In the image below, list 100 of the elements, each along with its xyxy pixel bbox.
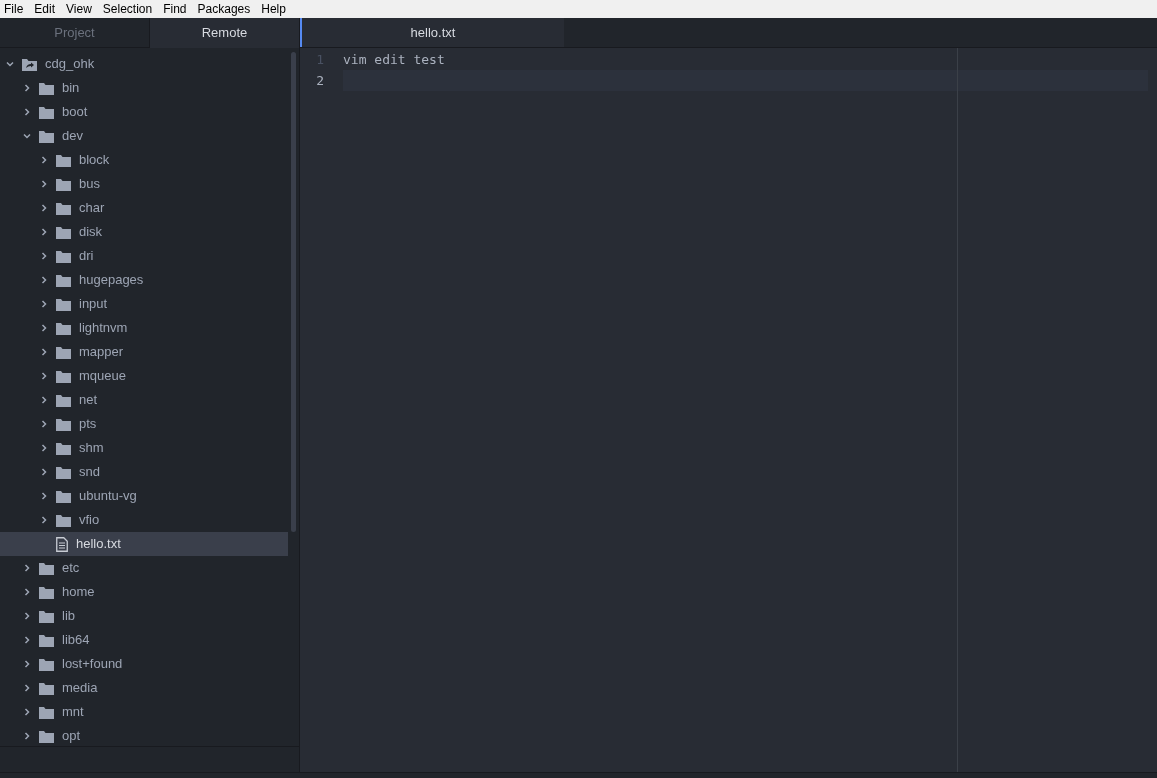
- menu-item[interactable]: Help: [261, 0, 286, 18]
- tree-item[interactable]: dev: [0, 124, 288, 148]
- tree-item-label: dev: [62, 127, 83, 146]
- folder-icon: [56, 321, 71, 335]
- folder-icon: [56, 297, 71, 311]
- folder-icon: [56, 465, 71, 479]
- sidebar-tab[interactable]: Remote: [150, 18, 299, 48]
- tree-item-label: mqueue: [79, 367, 126, 386]
- tree-item[interactable]: disk: [0, 220, 288, 244]
- tree-item[interactable]: char: [0, 196, 288, 220]
- tree-item[interactable]: hugepages: [0, 268, 288, 292]
- chevron-right-icon[interactable]: [23, 732, 31, 740]
- tree-item[interactable]: ubuntu-vg: [0, 484, 288, 508]
- tree-item[interactable]: mapper: [0, 340, 288, 364]
- editor-tab[interactable]: hello.txt: [300, 18, 564, 47]
- chevron-right-icon[interactable]: [23, 564, 31, 572]
- folder-icon: [39, 633, 54, 647]
- tree-item-label: disk: [79, 223, 103, 242]
- tree-item[interactable]: boot: [0, 100, 288, 124]
- tree-item[interactable]: block: [0, 148, 288, 172]
- chevron-right-icon[interactable]: [40, 348, 48, 356]
- scrollbar-thumb[interactable]: [291, 52, 296, 532]
- tree-item[interactable]: snd: [0, 460, 288, 484]
- tree-item[interactable]: shm: [0, 436, 288, 460]
- chevron-right-icon[interactable]: [40, 516, 48, 524]
- chevron-right-icon[interactable]: [23, 660, 31, 668]
- chevron-down-icon[interactable]: [6, 60, 14, 68]
- tree-item[interactable]: lightnvm: [0, 316, 288, 340]
- menu-item[interactable]: Packages: [197, 0, 251, 18]
- chevron-right-icon[interactable]: [40, 228, 48, 236]
- chevron-right-icon[interactable]: [23, 636, 31, 644]
- chevron-right-icon[interactable]: [23, 588, 31, 596]
- folder-icon: [56, 513, 71, 527]
- folder-icon: [39, 585, 54, 599]
- tree-item[interactable]: bin: [0, 76, 288, 100]
- chevron-right-icon[interactable]: [23, 108, 31, 116]
- tree-item[interactable]: net: [0, 388, 288, 412]
- tree-item[interactable]: hello.txt: [0, 532, 288, 556]
- folder-icon: [39, 729, 54, 743]
- tree-item[interactable]: vfio: [0, 508, 288, 532]
- chevron-right-icon[interactable]: [40, 204, 48, 212]
- text-file-icon: [56, 536, 68, 552]
- folder-icon: [56, 441, 71, 455]
- folder-icon: [39, 561, 54, 575]
- folder-icon: [39, 129, 54, 143]
- chevron-right-icon[interactable]: [40, 300, 48, 308]
- tree-item[interactable]: bus: [0, 172, 288, 196]
- folder-icon: [56, 417, 71, 431]
- chevron-right-icon[interactable]: [40, 180, 48, 188]
- tree-item[interactable]: etc: [0, 556, 288, 580]
- chevron-right-icon[interactable]: [40, 156, 48, 164]
- tree-item-label: home: [62, 583, 95, 602]
- chevron-down-icon[interactable]: [23, 132, 31, 140]
- folder-icon: [39, 705, 54, 719]
- tree-item[interactable]: lost+found: [0, 652, 288, 676]
- tree-item-label: char: [79, 199, 105, 218]
- chevron-right-icon[interactable]: [23, 708, 31, 716]
- chevron-right-icon[interactable]: [40, 396, 48, 404]
- menu-item[interactable]: View: [66, 0, 92, 18]
- chevron-right-icon[interactable]: [40, 468, 48, 476]
- folder-icon: [56, 177, 71, 191]
- folder-icon: [56, 345, 71, 359]
- folder-icon: [56, 369, 71, 383]
- menu-item[interactable]: File: [4, 0, 24, 18]
- tree-item-label: hugepages: [79, 271, 144, 290]
- chevron-right-icon[interactable]: [40, 492, 48, 500]
- menu-item[interactable]: Selection: [102, 0, 153, 18]
- chevron-right-icon[interactable]: [40, 276, 48, 284]
- chevron-right-icon[interactable]: [23, 684, 31, 692]
- chevron-right-icon[interactable]: [40, 420, 48, 428]
- chevron-right-icon[interactable]: [40, 444, 48, 452]
- tree-item[interactable]: dri: [0, 244, 288, 268]
- menu-item[interactable]: Find: [163, 0, 187, 18]
- tree-item[interactable]: opt: [0, 724, 288, 746]
- chevron-right-icon[interactable]: [40, 324, 48, 332]
- folder-icon: [56, 393, 71, 407]
- tree-item-label: block: [79, 151, 110, 170]
- tree-item[interactable]: mnt: [0, 700, 288, 724]
- tree-item[interactable]: pts: [0, 412, 288, 436]
- chevron-right-icon[interactable]: [40, 252, 48, 260]
- tree-item-label: ubuntu-vg: [79, 487, 137, 506]
- tree-item-label: shm: [79, 439, 104, 458]
- tree-item-label: bin: [62, 79, 80, 98]
- tree-item[interactable]: lib64: [0, 628, 288, 652]
- tree-item-label: mapper: [79, 343, 124, 362]
- tree-item[interactable]: lib: [0, 604, 288, 628]
- line-number: 2: [315, 71, 324, 90]
- tree-item-label: input: [79, 295, 108, 314]
- tree-item[interactable]: input: [0, 292, 288, 316]
- chevron-right-icon[interactable]: [40, 372, 48, 380]
- tree-item[interactable]: mqueue: [0, 364, 288, 388]
- chevron-right-icon[interactable]: [23, 612, 31, 620]
- menu-item[interactable]: Edit: [34, 0, 56, 18]
- folder-icon: [56, 201, 71, 215]
- folder-icon: [39, 81, 54, 95]
- chevron-right-icon[interactable]: [23, 84, 31, 92]
- tree-item[interactable]: home: [0, 580, 288, 604]
- tree-item[interactable]: media: [0, 676, 288, 700]
- folder-arrow-icon: [22, 57, 37, 71]
- tree-item[interactable]: cdg_ohk: [0, 52, 288, 76]
